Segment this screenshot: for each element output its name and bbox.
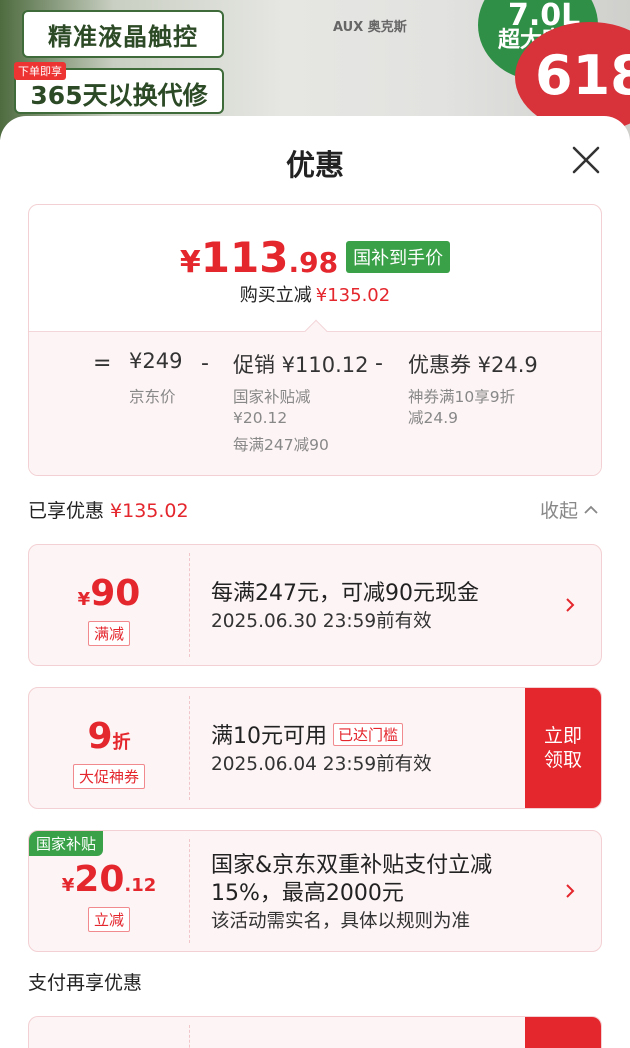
coupon-amount: 20 [74, 859, 125, 900]
final-price-decimal: .98 [288, 246, 339, 279]
chevron-up-icon [584, 505, 598, 514]
enjoyed-value: ¥135.02 [110, 500, 189, 522]
discount-sheet: 优惠 ¥113.98 国补到手价 购买立减 ¥135.02 = ¥249 京东价 -… [0, 116, 630, 1048]
payment-discount-title: 支付再享优惠 [28, 972, 143, 994]
chevron-right-icon [566, 598, 575, 612]
final-price-currency: ¥ [179, 245, 201, 280]
equals-sign: = [93, 351, 112, 376]
sheet-title: 优惠 [285, 148, 344, 182]
coupon-divider [189, 1025, 190, 1048]
coupon-divider [189, 696, 190, 800]
total-reduction-value: ¥135.02 [315, 285, 391, 306]
final-price: ¥113.98 国补到手价 [29, 233, 601, 282]
jd-price-label: 京东价 [129, 388, 176, 406]
coupon-value-section: 9折 大促神券 [29, 688, 189, 808]
close-button[interactable] [566, 140, 606, 180]
banner-service-text: 365天以换代修 [30, 81, 208, 110]
promo-full-reduction: 每满247减90 [233, 436, 329, 454]
coupon-decimal: .12 [124, 875, 157, 896]
coupon-title-text: 满10元可用 [211, 724, 327, 749]
coupon-rule: 神券满10享9折 [408, 388, 516, 406]
coupon-amount: 优惠券 ¥24.9 [408, 353, 538, 377]
coupon-unit: 折 [112, 732, 131, 753]
coupon-card-national-subsidy[interactable]: 国家补贴 ¥20.12 立减 国家&京东双重补贴支付立减 15%，最高2000元… [28, 830, 602, 952]
coupon-title-line2: 15%，最高2000元 [211, 881, 404, 906]
coupon-breakdown: 神券满10享9折 减24.9 [408, 387, 515, 429]
claim-label-line2: 领取 [543, 749, 582, 771]
collapse-label: 收起 [540, 500, 579, 522]
coupon-value-section: ¥20.12 立减 [29, 831, 189, 951]
coupon-card-discount: 9折 大促神券 满10元可用 已达门槛 2025.06.04 23:59前有效 立… [28, 687, 602, 809]
coupon-value: ¥20.12 [29, 859, 189, 900]
payment-coupon-card[interactable] [28, 1016, 602, 1048]
coupon-title: 每满247元，可减90元现金 [211, 581, 479, 606]
promo-subsidy-value: ¥20.12 [233, 409, 288, 427]
coupon-info: 满10元可用 已达门槛 2025.06.04 23:59前有效 [211, 688, 561, 808]
minus-sign: - [201, 351, 209, 376]
promo-amount: 促销 ¥110.12 [233, 353, 369, 377]
coupon-type-badge: 大促神券 [72, 764, 145, 789]
coupon-amount: 90 [90, 573, 141, 614]
coupon-note: 该活动需实名，具体以规则为准 [211, 911, 471, 932]
claim-payment-coupon-button[interactable] [525, 1017, 601, 1048]
coupon-currency: ¥ [61, 875, 75, 896]
threshold-reached-badge: 已达门槛 [333, 723, 404, 746]
jd-price: ¥249 [129, 349, 183, 373]
coupon-info: 每满247元，可减90元现金 2025.06.30 23:59前有效 [211, 545, 561, 665]
coupon-type-badge: 立减 [87, 907, 130, 932]
coupon-validity: 2025.06.04 23:59前有效 [211, 754, 432, 775]
coupon-value: 9折 [29, 716, 189, 757]
coupon-currency: ¥ [77, 589, 91, 610]
total-reduction-label: 购买立减 [239, 285, 312, 306]
coupon-reduce: 减24.9 [408, 409, 459, 427]
coupon-value-section: ¥90 满减 [29, 545, 189, 665]
coupon-amount: 9 [87, 716, 113, 757]
claim-coupon-button[interactable]: 立即 领取 [525, 688, 601, 808]
collapse-button[interactable]: 收起 [540, 496, 598, 523]
chevron-right-icon [566, 884, 575, 898]
promo-breakdown: 国家补贴减 ¥20.12 每满247减90 [233, 387, 329, 456]
banner-brand-logo: AUX 奥克斯 [333, 20, 407, 35]
claim-label-line1: 立即 [543, 725, 582, 747]
final-price-integer: 113 [200, 233, 289, 282]
coupon-title: 满10元可用 已达门槛 [211, 718, 404, 750]
minus-sign: - [375, 351, 383, 376]
coupon-validity: 2025.06.30 23:59前有效 [211, 611, 432, 632]
enjoyed-label: 已享优惠 [28, 500, 105, 522]
close-icon [572, 146, 600, 174]
coupon-value: ¥90 [29, 573, 189, 614]
subsidy-price-tag: 国补到手价 [346, 241, 451, 273]
total-reduction: 购买立减 ¥135.02 [29, 281, 601, 307]
banner-feature-tag: 精准液晶触控 [22, 10, 224, 58]
coupon-type-badge: 满减 [87, 621, 130, 646]
enjoyed-discount: 已享优惠 ¥135.02 [28, 496, 189, 523]
coupon-card-full-reduction[interactable]: ¥90 满减 每满247元，可减90元现金 2025.06.30 23:59前有… [28, 544, 602, 666]
coupon-divider [189, 553, 190, 657]
price-summary-card: ¥113.98 国补到手价 购买立减 ¥135.02 = ¥249 京东价 - 促销… [28, 204, 602, 476]
coupon-info: 国家&京东双重补贴支付立减 15%，最高2000元 该活动需实名，具体以规则为准 [211, 831, 561, 951]
promo-subsidy-label: 国家补贴减 [233, 388, 311, 406]
banner-service-tag: 下单即享 365天以换代修 [14, 62, 224, 114]
coupon-divider [189, 839, 190, 943]
